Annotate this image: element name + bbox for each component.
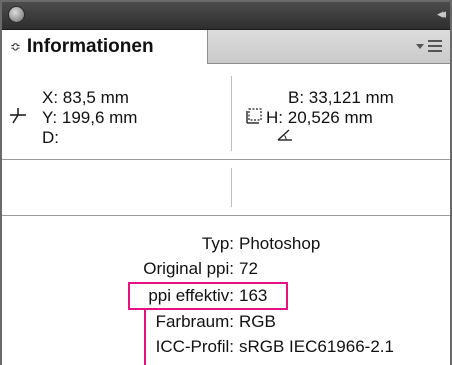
meta-row-type: Typ: Photoshop — [2, 234, 452, 258]
geometry-section: X: 83,5 mm Y: 199,6 mm D: B: 33,121 mm H… — [2, 64, 450, 160]
w-value: 33,121 mm — [308, 88, 394, 107]
meta-row-color-space: Farbraum: RGB — [2, 312, 452, 336]
highlight-box — [128, 282, 288, 310]
angle-icon — [277, 129, 292, 141]
w-row: B: 33,121 mm — [288, 88, 394, 108]
h-value: 20,526 mm — [287, 108, 373, 127]
meta-row-original-ppi: Original ppi: 72 — [2, 259, 452, 283]
highlight-callout-line — [144, 308, 146, 365]
info-panel: ◂◂ ≎ Informationen X: 83,5 mm Y: 199,6 m… — [0, 0, 452, 365]
meta-label: Farbraum: — [155, 312, 234, 331]
h-row: H: 20,526 mm — [266, 108, 373, 128]
y-label: Y: — [42, 108, 58, 127]
empty-section — [2, 160, 450, 216]
meta-value: 72 — [239, 259, 258, 278]
w-label: B: — [288, 88, 305, 107]
y-value: 199,6 mm — [61, 108, 138, 127]
section-divider — [231, 76, 232, 151]
y-row: Y: 199,6 mm — [42, 108, 137, 128]
tab-label: Informationen — [26, 36, 154, 57]
h-label: H: — [266, 108, 283, 127]
tab-arrows-icon: ≎ — [10, 39, 21, 55]
close-icon[interactable] — [8, 6, 25, 23]
x-row: X: 83,5 mm — [42, 88, 129, 108]
meta-value: sRGB IEC61966-2.1 — [239, 337, 394, 356]
d-row: D: — [42, 128, 59, 148]
meta-label: ICC-Profil: — [155, 337, 234, 356]
meta-value: RGB — [239, 312, 276, 331]
collapse-icon[interactable]: ◂◂ — [437, 8, 446, 22]
x-label: X: — [42, 88, 59, 107]
tab-informationen[interactable]: ≎ Informationen — [2, 30, 208, 64]
panel-titlebar: ◂◂ — [2, 2, 450, 30]
x-value: 83,5 mm — [62, 88, 129, 107]
meta-label: Original ppi: — [143, 259, 234, 278]
d-label: D: — [42, 128, 59, 147]
crosshair-icon — [10, 108, 26, 124]
meta-label: Typ: — [201, 234, 234, 253]
resize-icon — [246, 108, 262, 124]
section-divider — [231, 168, 232, 207]
panel-tabbar: ≎ Informationen — [2, 30, 450, 64]
meta-row-icc-profile: ICC-Profil: sRGB IEC61966-2.1 — [2, 337, 452, 361]
meta-value: Photoshop — [239, 234, 321, 253]
panel-menu-icon[interactable] — [416, 38, 442, 54]
